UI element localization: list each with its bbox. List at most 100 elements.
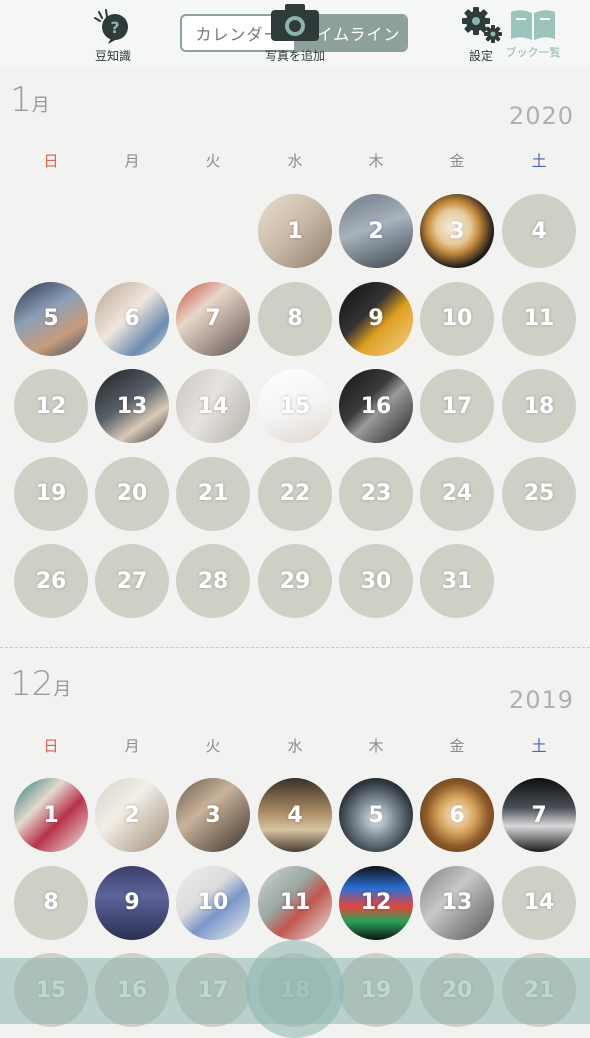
day-cell[interactable]: 9 — [95, 865, 169, 940]
day-number: 2 — [124, 802, 140, 828]
day-cell[interactable]: 1 — [14, 778, 88, 852]
day-number: 6 — [449, 802, 465, 828]
weekday-label: 水 — [287, 152, 303, 170]
day-number: 20 — [116, 481, 148, 506]
month-unit: 月 — [53, 679, 72, 700]
weekday-label: 金 — [449, 152, 465, 170]
weekday-label: 日 — [43, 737, 59, 755]
day-number: 23 — [360, 481, 392, 506]
day-cell[interactable]: 11 — [502, 281, 576, 356]
day-cell[interactable]: 10 — [420, 281, 494, 356]
day-cell[interactable]: 2 — [95, 778, 169, 852]
day-number: 11 — [279, 890, 311, 915]
day-cell[interactable]: 27 — [95, 544, 169, 618]
day-number: 7 — [205, 306, 221, 331]
day-cell[interactable]: 30 — [339, 544, 413, 618]
day-cell[interactable]: 6 — [420, 778, 494, 852]
day-cell[interactable]: 1 — [258, 194, 332, 268]
day-number: 29 — [279, 568, 311, 594]
day-cell[interactable]: 4 — [258, 778, 332, 852]
day-cell[interactable]: 20 — [95, 456, 169, 531]
day-cell[interactable]: 28 — [176, 544, 250, 618]
day-cell[interactable]: 11 — [258, 865, 332, 940]
day-number: 24 — [441, 481, 473, 506]
day-number: 21 — [197, 481, 229, 506]
gears-icon — [462, 7, 502, 43]
day-number: 31 — [441, 568, 473, 594]
day-cell[interactable]: 2 — [339, 194, 413, 268]
day-cell[interactable]: 6 — [95, 281, 169, 356]
day-number: 2 — [368, 218, 384, 244]
day-number: 8 — [287, 306, 303, 331]
day-cell[interactable]: 17 — [420, 369, 494, 443]
weekday-label: 土 — [531, 737, 547, 755]
month-number: 12 — [10, 664, 54, 704]
day-number: 10 — [197, 890, 229, 915]
day-cell[interactable]: 9 — [339, 281, 413, 356]
month-label: 12月 — [10, 664, 71, 704]
weekday-label: 木 — [368, 737, 384, 755]
day-cell[interactable]: 13 — [95, 369, 169, 443]
day-number: 7 — [531, 802, 547, 828]
day-cell[interactable]: 8 — [14, 865, 88, 940]
year-label: 2020 — [508, 102, 574, 130]
svg-text:?: ? — [110, 18, 119, 37]
day-cell[interactable]: 10 — [176, 865, 250, 940]
day-cell[interactable]: 4 — [502, 194, 576, 268]
day-cell[interactable]: 19 — [14, 456, 88, 531]
day-number: 30 — [360, 568, 392, 594]
weekday-label: 月 — [124, 152, 140, 170]
day-cell[interactable]: 31 — [420, 544, 494, 618]
question-bubble-icon: ? — [94, 9, 128, 44]
year-label: 2019 — [508, 686, 574, 714]
day-cell[interactable]: 21 — [176, 456, 250, 531]
day-number: 14 — [523, 890, 555, 915]
day-cell[interactable]: 26 — [14, 544, 88, 618]
tips-tab[interactable]: ? 豆知識 — [78, 0, 148, 66]
day-cell[interactable]: 14 — [176, 369, 250, 443]
add-photo-tab[interactable]: 写真を追加 — [250, 0, 340, 66]
weekday-label: 木 — [368, 152, 384, 170]
day-cell[interactable]: 7 — [176, 281, 250, 356]
day-cell[interactable]: 15 — [258, 369, 332, 443]
settings-tab[interactable]: 設定 — [446, 0, 516, 66]
day-number: 4 — [287, 802, 303, 828]
weekday-label: 日 — [43, 152, 59, 170]
day-number: 1 — [43, 802, 59, 828]
day-cell[interactable]: 18 — [502, 369, 576, 443]
day-cell[interactable]: 8 — [258, 281, 332, 356]
day-number: 6 — [124, 306, 140, 331]
day-number: 22 — [279, 481, 311, 506]
day-cell[interactable]: 13 — [420, 865, 494, 940]
day-cell[interactable]: 23 — [339, 456, 413, 531]
tips-label: 豆知識 — [94, 49, 131, 63]
day-number: 25 — [523, 481, 555, 506]
day-cell[interactable]: 22 — [258, 456, 332, 531]
day-cell[interactable]: 14 — [502, 865, 576, 940]
day-cell[interactable]: 12 — [14, 369, 88, 443]
day-cell[interactable]: 25 — [502, 456, 576, 531]
day-cell[interactable]: 7 — [502, 778, 576, 852]
day-number: 15 — [279, 393, 311, 419]
settings-label: 設定 — [468, 49, 493, 63]
day-number: 12 — [360, 890, 392, 915]
day-cell[interactable]: 3 — [176, 778, 250, 852]
day-cell[interactable]: 16 — [339, 369, 413, 443]
month-unit: 月 — [31, 95, 50, 116]
day-number: 11 — [523, 306, 555, 331]
weekday-label: 月 — [124, 737, 140, 755]
day-cell[interactable]: 3 — [420, 194, 494, 268]
day-cell[interactable]: 24 — [420, 456, 494, 531]
day-number: 10 — [441, 306, 473, 331]
camera-icon — [271, 4, 319, 41]
add-photo-bump — [246, 940, 344, 1038]
day-cell[interactable]: 12 — [339, 865, 413, 940]
day-cell[interactable]: 29 — [258, 544, 332, 618]
day-number: 5 — [368, 802, 384, 828]
day-number: 13 — [441, 890, 473, 915]
day-cell[interactable]: 5 — [14, 281, 88, 356]
day-cell[interactable]: 5 — [339, 778, 413, 852]
add-photo-label: 写真を追加 — [264, 49, 325, 63]
month-label: 1月 — [10, 80, 50, 120]
day-number: 18 — [523, 393, 555, 419]
